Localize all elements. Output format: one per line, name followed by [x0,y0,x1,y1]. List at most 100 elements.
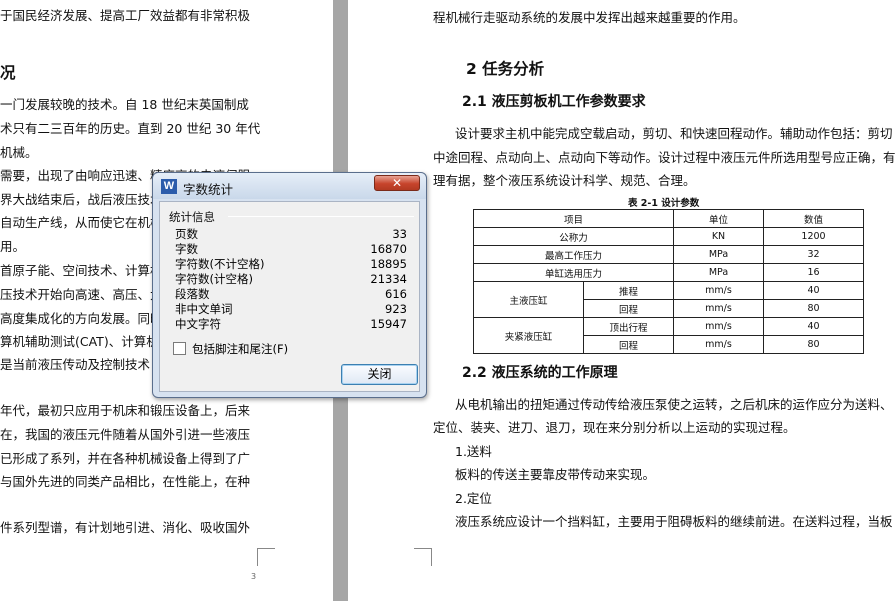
body-text-line: 2.定位 [455,491,492,506]
table-group-cell: 主液压缸 [473,281,584,318]
body-text-line: 设计要求主机中能完成空载启动，剪切、和快速回程动作。辅助动作包括：剪切 [455,126,893,141]
document-page-right: 程机械行走驱动系统的发展中发挥出越来越重要的作用。 2 任务分析 2.1 液压剪… [348,0,895,601]
section-heading: 2 任务分析 [466,60,545,78]
include-footnotes-label[interactable]: 包括脚注和尾注(F) [192,341,288,357]
body-text-line: 术只有二三百年的历史。直到 20 世纪 30 年代 [0,121,261,136]
table-cell: 80 [763,335,864,354]
body-text-line: 是当前液压传动及控制技术 [0,357,151,372]
body-text-line: 压技术开始向高速、高压、大 [0,287,163,302]
body-text-line: 算机辅助测试(CAT)、计算机 [0,334,159,349]
table-cell: 最高工作压力 [473,245,674,264]
stat-label: 字数 [175,242,198,256]
subsection-heading: 2.1 液压剪板机工作参数要求 [462,94,646,110]
section-heading-fragment: 况 [0,64,16,82]
group-divider [228,216,414,217]
table-cell: mm/s [673,299,764,318]
body-text-line: 用。 [0,239,26,254]
stat-value: 15947 [370,317,407,331]
table-row: 夹紧液压缸 顶出行程 mm/s 40 [473,317,864,354]
body-text-line: 定位、装夹、进刀、退刀，现在来分别分析以上运动的实现过程。 [433,420,796,435]
table-row: 公称力 KN 1200 [473,227,864,246]
body-text-line: 液压系统应设计一个挡料缸，主要用于阻碍板料的继续前进。在送料过程，当板 [455,514,893,529]
table-cell: mm/s [673,335,764,354]
stat-label: 字符数(计空格) [175,272,253,286]
stat-label: 段落数 [175,287,210,301]
stat-value: 923 [385,302,407,316]
body-text-line: 年代，最初只应用于机床和锻压设备上，后来 [0,403,251,418]
body-text-line: 件系列型谱，有计划地引进、消化、吸收国外 [0,520,251,535]
word-count-dialog: W 字数统计 ✕ 统计信息 页数 33 字数 16870 字符数(不计空格) 1… [152,172,427,398]
stat-label: 中文字符 [175,317,221,331]
body-text-line: 于国民经济发展、提高工厂效益都有非常积极 [0,8,251,23]
table-cell: 回程 [583,335,674,354]
body-text-line: 与国外先进的同类产品相比，在性能上，在种 [0,474,251,489]
table-cell: mm/s [673,281,764,300]
table-cell: KN [673,227,764,246]
stat-row-chinese-chars: 中文字符 15947 [175,317,407,332]
dialog-titlebar[interactable]: W 字数统计 ✕ [153,173,426,199]
table-row: 主液压缸 推程 mm/s 40 [473,281,864,318]
parameter-table: 项目 单位 数值 公称力 KN 1200 最高工作压力 MPa 32 单缸选用压… [473,209,864,354]
dialog-title: 字数统计 [183,182,234,197]
stat-label: 字符数(不计空格) [175,257,265,271]
table-cell: 40 [763,281,864,300]
body-text-line: 中途回程、点动向上、点动向下等动作。设计过程中液压元件所选用型号应正确，有 [433,150,895,165]
table-cell: 单缸选用压力 [473,263,674,282]
close-button[interactable]: 关闭 [341,364,418,385]
stat-row-paragraphs: 段落数 616 [175,287,407,302]
body-text-line: 机械。 [0,145,38,160]
table-header-cell: 单位 [673,209,764,228]
wps-writer-icon: W [161,179,177,194]
table-cell: 32 [763,245,864,264]
table-caption: 表 2-1 设计参数 [628,198,700,209]
table-cell: 80 [763,299,864,318]
stat-value: 616 [385,287,407,301]
table-row: 最高工作压力 MPa 32 [473,245,864,264]
table-header-cell: 数值 [763,209,864,228]
stat-row-words: 字数 16870 [175,242,407,257]
table-header-row: 项目 单位 数值 [473,209,864,228]
table-group-cell: 夹紧液压缸 [473,317,584,354]
table-cell: mm/s [673,317,764,336]
body-text-line: 已形成了系列，并在各种机械设备上得到了广 [0,451,251,466]
body-text-line: 自动生产线，从而使它在机械 [0,215,163,230]
stat-value: 21334 [370,272,407,286]
table-cell: 顶出行程 [583,317,674,336]
table-cell: MPa [673,263,764,282]
margin-corner-mark [414,548,432,566]
close-icon[interactable]: ✕ [374,175,420,191]
stat-row-non-chinese-words: 非中文单词 923 [175,302,407,317]
body-text-line: 程机械行走驱动系统的发展中发挥出越来越重要的作用。 [433,10,746,25]
stat-row-pages: 页数 33 [175,227,407,242]
table-header-cell: 项目 [473,209,674,228]
statistics-group-label: 统计信息 [169,210,215,224]
body-text-line: 高度集成化的方向发展。同时 [0,311,163,326]
body-text-line: 首原子能、空间技术、计算机 [0,263,163,278]
include-footnotes-checkbox[interactable] [173,342,186,355]
table-cell: 16 [763,263,864,282]
stat-label: 非中文单词 [175,302,233,316]
margin-corner-mark [257,548,275,566]
subsection-heading: 2.2 液压系统的工作原理 [462,365,618,381]
stat-row-chars-no-spaces: 字符数(不计空格) 18895 [175,257,407,272]
table-cell: 公称力 [473,227,674,246]
table-row: 单缸选用压力 MPa 16 [473,263,864,282]
table-cell: 1200 [763,227,864,246]
dialog-body: 统计信息 页数 33 字数 16870 字符数(不计空格) 18895 字符数(… [159,201,420,392]
body-text-line: 理有据，整个液压系统设计科学、规范、合理。 [433,173,696,188]
table-cell: 40 [763,317,864,336]
table-cell: 推程 [583,281,674,300]
stat-label: 页数 [175,227,198,241]
body-text-line: 板料的传送主要靠皮带传动来实现。 [455,467,656,482]
table-cell: MPa [673,245,764,264]
stat-value: 16870 [370,242,407,256]
stat-value: 33 [392,227,407,241]
body-text-line: 从电机输出的扭矩通过传动传给液压泵使之运转，之后机床的运作应分为送料、 [455,397,893,412]
stat-value: 18895 [370,257,407,271]
body-text-line: 一门发展较晚的技术。自 18 世纪末英国制成 [0,97,249,112]
stat-row-chars-with-spaces: 字符数(计空格) 21334 [175,272,407,287]
body-text-line: 界大战结束后，战后液压技术 [0,192,163,207]
body-text-line: 1.送料 [455,444,492,459]
body-text-line: 在，我国的液压元件随着从国外引进一些液压 [0,427,251,442]
page-number: 3 [251,572,257,581]
